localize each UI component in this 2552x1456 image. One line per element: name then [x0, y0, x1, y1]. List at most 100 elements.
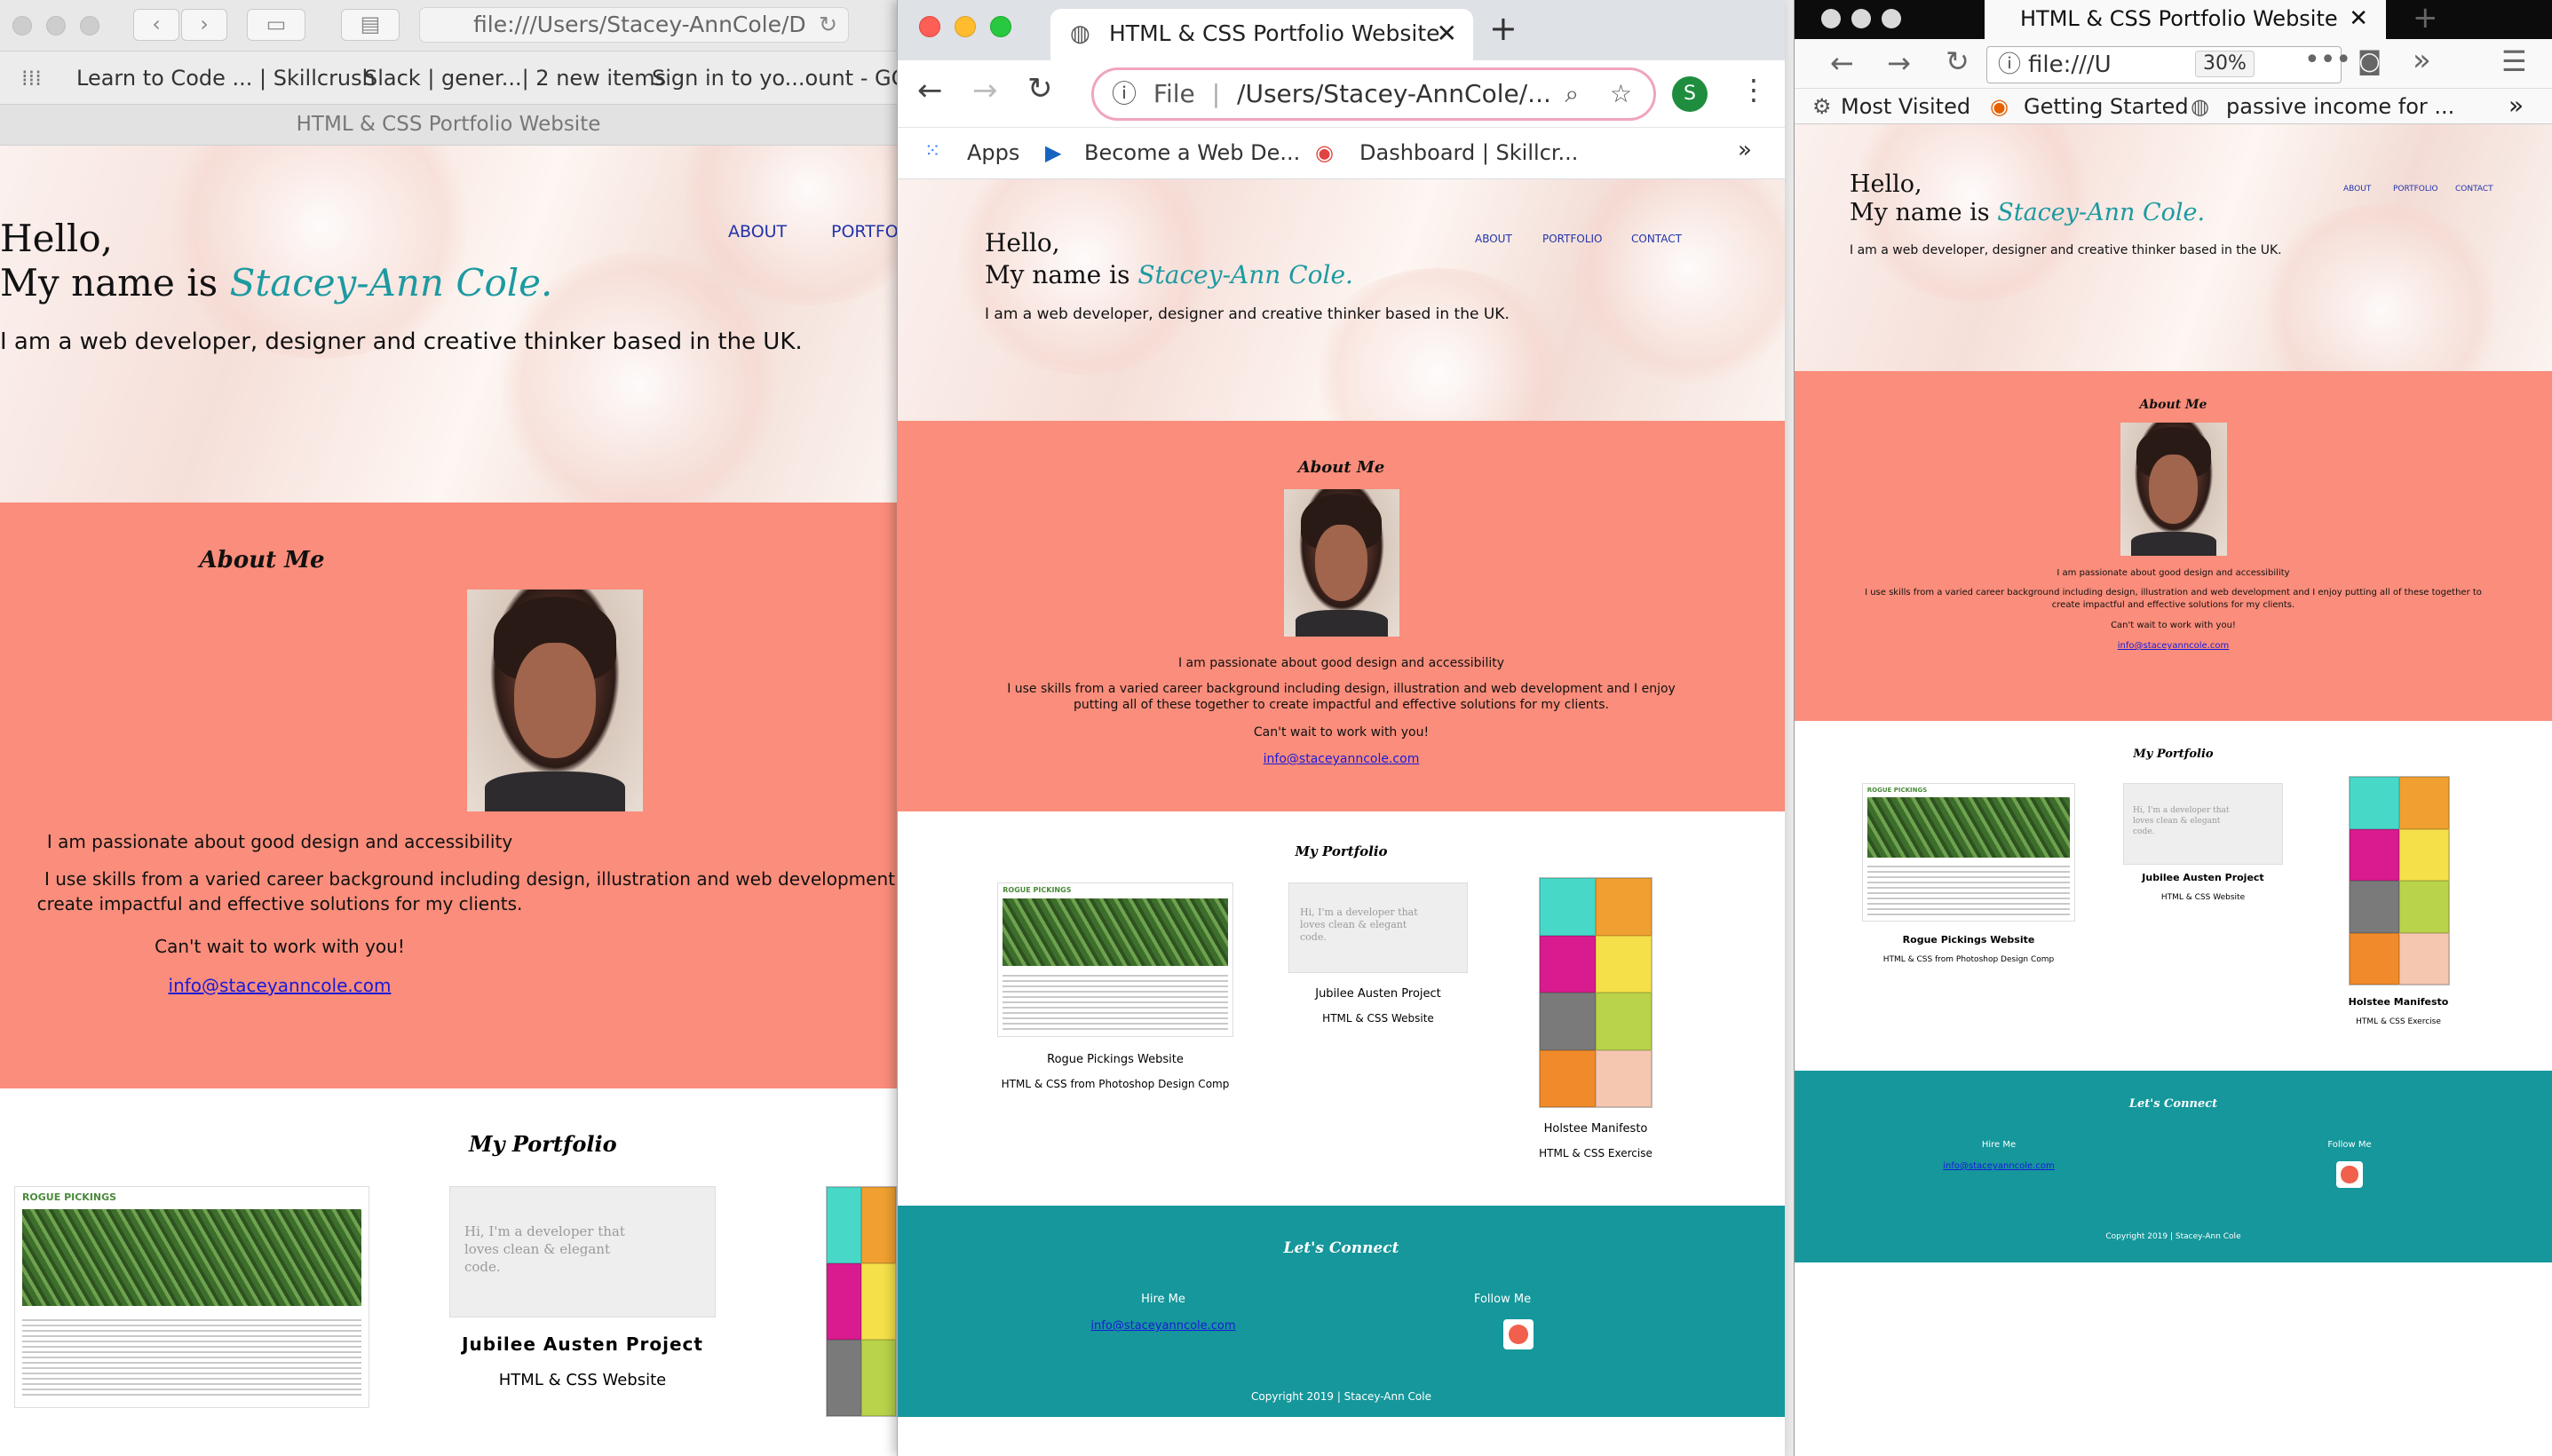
portfolio-heading: My Portfolio	[1295, 843, 1388, 859]
info-icon[interactable]: ⓘ	[1112, 79, 1137, 108]
about-heading: About Me	[199, 547, 325, 574]
zoom-window-button[interactable]	[80, 16, 99, 36]
close-tab-icon[interactable]: ✕	[1437, 9, 1457, 59]
rogue-pickings-thumbnail[interactable]: ROGUE PICKINGS	[14, 1186, 369, 1408]
firefox-tab[interactable]: HTML & CSS Portfolio Website ✕	[1985, 0, 2386, 39]
project-title: Rogue Pickings Website	[1902, 934, 2035, 946]
bookmark-apps[interactable]: Apps	[967, 140, 1019, 165]
holstee-thumbnail[interactable]	[826, 1186, 897, 1417]
close-window-button[interactable]	[919, 16, 940, 37]
hero-section: Hello, My name is Stacey-Ann Cole. I am …	[1795, 124, 2552, 371]
nav-portfolio[interactable]: PORTFOLIO	[831, 222, 897, 241]
minimize-window-button[interactable]	[46, 16, 66, 36]
zoom-window-button[interactable]	[1882, 9, 1901, 28]
bookmark-item[interactable]: passive income for ...	[2226, 94, 2454, 119]
email-link[interactable]: info@staceyanncole.com	[1943, 1161, 2054, 1171]
hero-tagline: I am a web developer, designer and creat…	[985, 305, 1510, 323]
github-icon[interactable]	[1503, 1319, 1534, 1349]
jubilee-austen-thumbnail[interactable]: Hi, I'm a developer that loves clean & e…	[1288, 882, 1468, 973]
nav-about[interactable]: ABOUT	[2343, 185, 2371, 194]
nav-contact[interactable]: CONTACT	[1631, 233, 1682, 245]
hero-section: Hello, My name is Stacey-Ann Cole. I am …	[0, 146, 897, 502]
star-icon[interactable]: ☆	[1610, 70, 1632, 118]
new-tab-button[interactable]: +	[1489, 9, 1518, 48]
nav-contact[interactable]: CONTACT	[2455, 185, 2493, 194]
about-heading: About Me	[2139, 398, 2207, 412]
hero-heading: Hello, My name is Stacey-Ann Cole.	[985, 228, 1353, 289]
reload-icon[interactable]: ↻	[819, 8, 837, 42]
nav-portfolio[interactable]: PORTFOLIO	[1542, 233, 1603, 245]
project-title: Holstee Manifesto	[2348, 996, 2449, 1008]
safari-address-bar[interactable]: file:///Users/Stacey-AnnCole/D ↻	[419, 7, 849, 43]
project-subtitle: HTML & CSS Exercise	[2356, 1017, 2441, 1026]
more-bookmarks-icon[interactable]: »	[2508, 91, 2524, 120]
new-tab-button[interactable]: +	[2413, 0, 2438, 36]
chrome-address-bar[interactable]: ⓘ File | /Users/Stacey-AnnCole/... ⌕ ☆	[1091, 67, 1656, 121]
close-tab-icon[interactable]: ✕	[2349, 0, 2368, 37]
hero-tagline: I am a web developer, designer and creat…	[1850, 243, 2282, 257]
safari-tab-title: HTML & CSS Portfolio Website	[0, 105, 897, 146]
rogue-pickings-thumbnail[interactable]: ROGUE PICKINGS	[997, 882, 1233, 1037]
back-button[interactable]: ‹	[133, 9, 179, 41]
back-arrow-icon[interactable]: ←	[1830, 46, 1854, 80]
menu-icon[interactable]: ☰	[2501, 44, 2527, 78]
jubilee-austen-thumbnail[interactable]: Hi, I'm a developer that loves clean & e…	[449, 1186, 716, 1318]
minimize-window-button[interactable]	[1851, 9, 1871, 28]
nav-portfolio[interactable]: PORTFOLIO	[2393, 185, 2438, 194]
profile-photo	[1283, 489, 1399, 637]
minimize-window-button[interactable]	[955, 16, 976, 37]
about-heading: About Me	[1297, 458, 1385, 477]
github-icon[interactable]	[2336, 1161, 2363, 1188]
globe-icon: ◍	[1070, 20, 1090, 47]
about-passion-text: I am passionate about good design and ac…	[2057, 568, 2290, 578]
info-icon[interactable]: ⓘ	[1998, 47, 2021, 83]
about-skills-text: I use skills from a varied career backgr…	[1865, 588, 2482, 610]
project-subtitle: HTML & CSS from Photoshop Design Comp	[1001, 1078, 1230, 1090]
about-skills-text-2: create impactful and effective solutions…	[36, 893, 523, 914]
grid-icon[interactable]: ⁞⁞⁞	[21, 66, 42, 91]
email-link[interactable]: info@staceyanncole.com	[2118, 641, 2229, 651]
bookmark-item[interactable]: Getting Started	[2024, 94, 2189, 119]
email-link[interactable]: info@staceyanncole.com	[1264, 752, 1420, 766]
email-link[interactable]: info@staceyanncole.com	[169, 975, 392, 996]
holstee-thumbnail[interactable]	[1539, 877, 1652, 1108]
overflow-icon[interactable]: »	[2413, 43, 2431, 78]
profile-avatar[interactable]: S	[1672, 76, 1708, 112]
jubilee-austen-thumbnail[interactable]: Hi, I'm a developer that loves clean & e…	[2123, 783, 2283, 865]
more-bookmarks-icon[interactable]: »	[1738, 137, 1752, 163]
firefox-address-bar[interactable]: ⓘ file:///U 30%	[1986, 46, 2342, 83]
menu-icon[interactable]: ⋮	[1740, 73, 1768, 107]
favorite-item[interactable]: Learn to Code ... | Skillcrush	[76, 66, 376, 91]
holstee-thumbnail[interactable]	[2349, 776, 2450, 985]
about-closing-text: Can't wait to work with you!	[155, 936, 405, 957]
chrome-tab[interactable]: ◍ HTML & CSS Portfolio Website ✕	[1050, 9, 1473, 60]
rogue-pickings-thumbnail[interactable]: ROGUE PICKINGS	[1862, 783, 2075, 922]
forward-arrow-icon[interactable]: →	[972, 73, 998, 108]
forward-arrow-icon[interactable]: →	[1887, 46, 1911, 80]
favorite-item[interactable]: Sign in to yo...ount - GOV.U	[652, 66, 897, 91]
favorite-item[interactable]: Slack | gener...| 2 new items	[364, 66, 666, 91]
about-section: About Me I am passionate about good desi…	[0, 502, 897, 1088]
bookmark-item[interactable]: Become a Web De...	[1084, 140, 1300, 165]
zoom-indicator[interactable]: 30%	[2195, 51, 2255, 77]
close-window-button[interactable]	[12, 16, 32, 36]
reload-icon[interactable]: ↻	[1946, 44, 1969, 78]
back-arrow-icon[interactable]: ←	[917, 73, 943, 108]
pocket-icon[interactable]: ◙	[2358, 46, 2382, 75]
reload-icon[interactable]: ↻	[1027, 71, 1053, 107]
bookmark-item[interactable]: Dashboard | Skillcr...	[1359, 140, 1578, 165]
close-window-button[interactable]	[1821, 9, 1841, 28]
forward-button[interactable]: ›	[181, 9, 227, 41]
nav-about[interactable]: ABOUT	[728, 222, 787, 241]
reader-icon[interactable]: ▤	[341, 9, 400, 41]
zoom-window-button[interactable]	[990, 16, 1011, 37]
page-actions-icon[interactable]: •••	[2304, 44, 2351, 75]
email-link[interactable]: info@staceyanncole.com	[1090, 1319, 1235, 1333]
about-passion-text: I am passionate about good design and ac…	[1177, 656, 1505, 670]
zoom-icon[interactable]: ⌕	[1565, 70, 1579, 118]
sidebar-toggle-button[interactable]: ▭	[247, 9, 305, 41]
hire-me-label: Hire Me	[1981, 1140, 2017, 1150]
nav-about[interactable]: ABOUT	[1475, 233, 1512, 245]
connect-heading: Let's Connect	[2128, 1097, 2218, 1111]
bookmark-item[interactable]: Most Visited	[1841, 94, 1970, 119]
